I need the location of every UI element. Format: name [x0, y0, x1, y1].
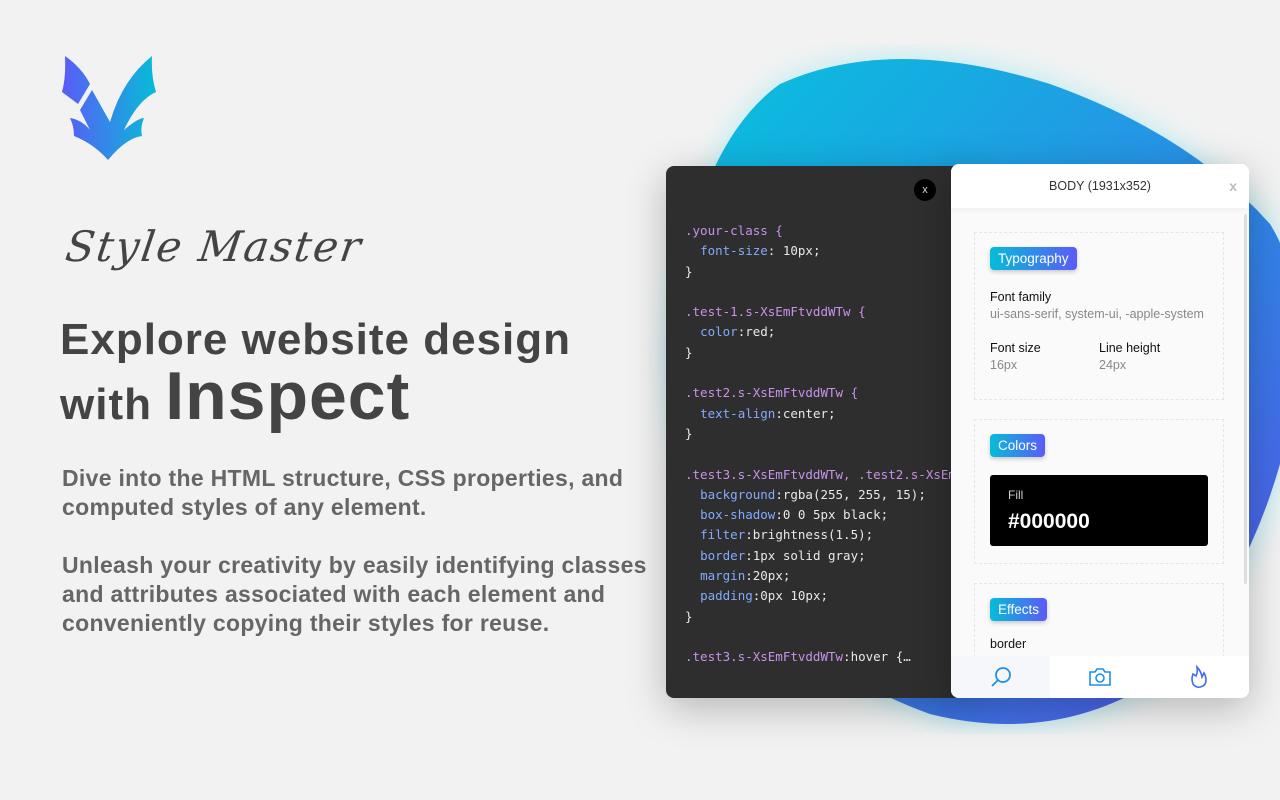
css-text	[685, 548, 700, 563]
code-line: box-shadow:0 0 5px black;	[685, 505, 966, 525]
code-line: color:red;	[685, 322, 966, 342]
css-text: }	[685, 425, 693, 441]
inspect-panel: BODY (1931x352) x Typography Font family…	[951, 164, 1249, 698]
typography-badge: Typography	[990, 247, 1077, 270]
css-text: :rgba(255, 255, 15);	[775, 486, 926, 502]
css-property: box-shadow	[700, 507, 776, 523]
code-line: filter:brightness(1.5);	[685, 525, 966, 545]
colors-badge: Colors	[990, 434, 1046, 457]
code-line	[685, 444, 966, 464]
code-line: background:rgba(255, 255, 15);	[685, 485, 966, 505]
css-text	[685, 487, 700, 502]
headline: Explore website design with Inspect	[60, 312, 571, 433]
css-property: border	[700, 547, 746, 563]
css-selector: .test3.s-XsEmFtvddWTw	[685, 649, 844, 665]
css-text	[685, 588, 700, 603]
code-line	[685, 282, 966, 302]
css-text	[685, 324, 700, 339]
code-line: }	[685, 262, 966, 282]
css-text	[685, 629, 693, 644]
element-title: BODY (1931x352)	[1049, 179, 1151, 193]
css-text	[685, 507, 700, 522]
code-line: text-align:center;	[685, 404, 966, 424]
panel-footer-tabs	[951, 656, 1249, 698]
css-property: padding	[700, 588, 753, 604]
style-master-logo	[62, 56, 156, 160]
code-line: border:1px solid gray;	[685, 546, 966, 566]
css-property: margin	[700, 568, 746, 584]
headline-with: with	[60, 380, 166, 429]
css-text	[685, 365, 693, 380]
line-height-value[interactable]: 24px	[1099, 358, 1208, 372]
tab-inspect[interactable]	[951, 656, 1051, 698]
font-family-label: Font family	[990, 290, 1052, 304]
css-property: background	[700, 486, 776, 502]
css-text: :0 0 5px black;	[775, 507, 889, 523]
css-text: :20px;	[745, 568, 791, 584]
css-property: color	[700, 324, 738, 340]
css-code-panel: .your-class { font-size: 10px;} .test-1.…	[666, 166, 966, 698]
css-text	[685, 446, 693, 461]
css-text	[685, 243, 700, 258]
css-property: font-size	[700, 243, 768, 259]
font-size-value[interactable]: 16px	[990, 358, 1099, 372]
code-line: }	[685, 424, 966, 444]
css-text	[685, 527, 700, 542]
headline-inspect: Inspect	[165, 358, 411, 434]
tab-screenshot[interactable]	[1050, 656, 1149, 698]
code-line: .test-1.s-XsEmFtvddWTw {	[685, 302, 966, 322]
panel-close-button[interactable]: x	[1229, 164, 1237, 208]
search-icon	[991, 667, 1011, 687]
effects-badge: Effects	[990, 598, 1048, 621]
css-text	[685, 406, 700, 421]
css-text: :red;	[737, 324, 776, 340]
css-text	[685, 284, 693, 299]
fire-icon	[1191, 665, 1208, 688]
typography-section: Typography Font family ui-sans-serif, sy…	[974, 232, 1224, 400]
scrollbar[interactable]	[1244, 214, 1247, 584]
css-text: : 10px;	[767, 243, 821, 259]
colors-section: Colors Fill #000000	[974, 419, 1224, 564]
font-size-label: Font size	[990, 341, 1041, 355]
code-line	[685, 627, 966, 647]
code-line: .test3.s-XsEmFtvddWTw:hover {…	[685, 647, 966, 667]
css-text: :0px 10px;	[752, 588, 829, 604]
code-line: padding:0px 10px;	[685, 586, 966, 606]
brand-name: Style Master	[62, 222, 366, 271]
panel-header: BODY (1931x352) x	[951, 164, 1249, 208]
code-line: }	[685, 343, 966, 363]
css-text: :brightness(1.5);	[745, 527, 874, 543]
fill-label: Fill	[1008, 488, 1024, 502]
css-text: :hover {…	[843, 649, 911, 665]
code-line: .test3.s-XsEmFtvddWTw, .test2.s-XsEm	[685, 465, 966, 485]
camera-icon	[1089, 668, 1111, 686]
code-line: .test2.s-XsEmFtvddWTw {	[685, 383, 966, 403]
css-selector: .your-class {	[685, 223, 783, 238]
line-height-label: Line height	[1099, 341, 1161, 355]
css-selector: .test-1.s-XsEmFtvddWTw {	[685, 304, 866, 320]
fill-value: #000000	[1008, 510, 1090, 533]
code-line: }	[685, 607, 966, 627]
code-close-button[interactable]: x	[914, 179, 936, 201]
tab-hot[interactable]	[1150, 656, 1249, 698]
css-property: text-align	[700, 405, 776, 421]
css-text: :center;	[775, 405, 836, 421]
description-1: Dive into the HTML structure, CSS proper…	[62, 465, 624, 520]
code-line: font-size: 10px;	[685, 241, 966, 261]
code-line: .your-class {	[685, 221, 966, 241]
css-property: filter	[700, 527, 746, 543]
css-selector: .test3.s-XsEmFtvddWTw, .test2.s-XsEm	[685, 466, 956, 482]
css-selector: .test2.s-XsEmFtvddWTw {	[685, 385, 859, 401]
description-2: Unleash your creativity by easily identi…	[62, 552, 647, 636]
css-text: }	[685, 608, 693, 624]
css-text: }	[685, 344, 693, 360]
font-family-value[interactable]: ui-sans-serif, system-ui, -apple-system	[990, 307, 1208, 321]
css-text	[685, 568, 700, 583]
css-text: :1px solid gray;	[745, 547, 866, 563]
border-label: border	[990, 637, 1027, 651]
css-text: }	[685, 263, 693, 279]
fill-color-swatch[interactable]: Fill #000000	[990, 475, 1208, 546]
code-line	[685, 363, 966, 383]
code-line: margin:20px;	[685, 566, 966, 586]
